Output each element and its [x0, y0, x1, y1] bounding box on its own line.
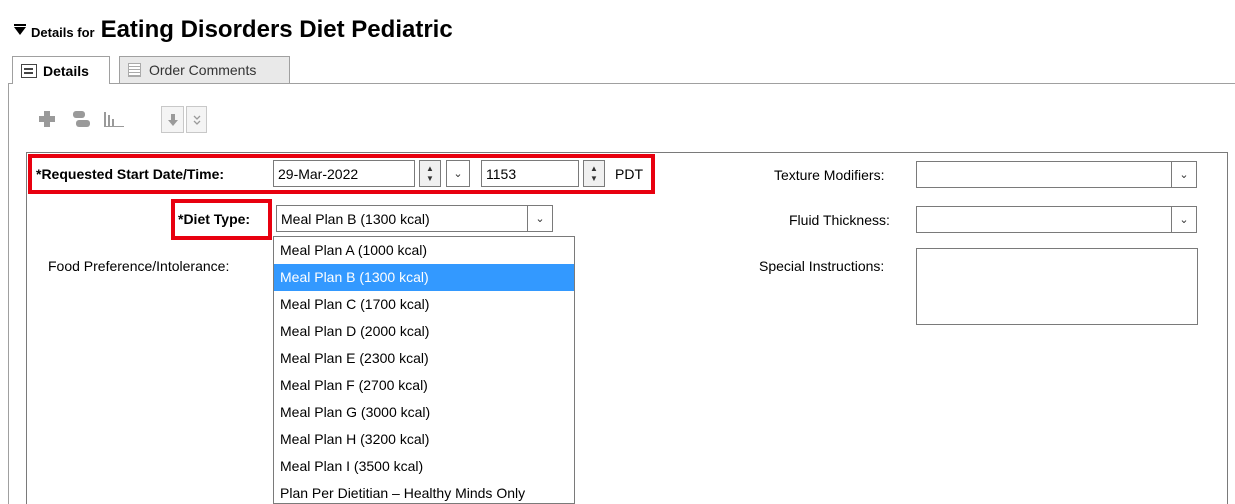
texture-modifiers-dropdown-button[interactable]: ⌄ [1171, 161, 1197, 188]
start-datetime-label: *Requested Start Date/Time: [36, 166, 225, 182]
diet-option-per-dietitian[interactable]: Plan Per Dietitian – Healthy Minds Only [274, 480, 574, 503]
details-header: Details for Eating Disorders Diet Pediat… [14, 16, 453, 46]
diet-option-i[interactable]: Meal Plan I (3500 kcal) [274, 453, 574, 480]
spin-up-icon[interactable]: ▲ [426, 164, 434, 174]
add-icon[interactable] [37, 109, 57, 133]
page-title: Eating Disorders Diet Pediatric [100, 16, 453, 43]
diet-option-b[interactable]: Meal Plan B (1300 kcal) [274, 264, 574, 291]
header-prefix: Details for [31, 25, 95, 40]
move-down-icon [167, 113, 178, 126]
start-date-input[interactable]: 29-Mar-2022 [273, 160, 415, 187]
tab-order-comments[interactable]: Order Comments [119, 56, 290, 83]
texture-modifiers-label: Texture Modifiers: [774, 167, 885, 183]
spin-down-icon[interactable]: ▼ [590, 174, 598, 184]
diet-type-dropdown-button[interactable]: ⌄ [527, 205, 553, 232]
spin-up-icon[interactable]: ▲ [590, 164, 598, 174]
comments-icon [128, 63, 141, 77]
special-instructions-label: Special Instructions: [759, 258, 885, 274]
chevron-down-icon: ⌄ [1179, 169, 1189, 181]
tab-order-comments-label: Order Comments [149, 62, 257, 78]
diet-option-g[interactable]: Meal Plan G (3000 kcal) [274, 399, 574, 426]
diet-option-a[interactable]: Meal Plan A (1000 kcal) [274, 237, 574, 264]
tab-details-label: Details [43, 62, 89, 79]
collapse-icon[interactable] [14, 24, 26, 35]
texture-modifiers-select[interactable] [916, 161, 1172, 188]
diet-option-c[interactable]: Meal Plan C (1700 kcal) [274, 291, 574, 318]
diet-type-label: *Diet Type: [178, 211, 251, 227]
date-spinner[interactable]: ▲ ▼ [419, 160, 441, 187]
expand-more-icon [193, 115, 200, 125]
fluid-thickness-dropdown-button[interactable]: ⌄ [1171, 206, 1197, 233]
diet-type-select[interactable]: Meal Plan B (1300 kcal) [276, 205, 528, 232]
fluid-thickness-label: Fluid Thickness: [789, 212, 890, 228]
diet-option-e[interactable]: Meal Plan E (2300 kcal) [274, 345, 574, 372]
diet-option-f[interactable]: Meal Plan F (2700 kcal) [274, 372, 574, 399]
time-spinner[interactable]: ▲ ▼ [583, 160, 605, 187]
frame-border [8, 83, 9, 504]
move-down-button[interactable] [161, 106, 184, 133]
details-icon [21, 63, 37, 78]
chevron-down-icon: ⌄ [535, 213, 545, 225]
special-instructions-textarea[interactable] [916, 248, 1198, 325]
spin-down-icon[interactable]: ▼ [426, 174, 434, 184]
food-preference-label: Food Preference/Intolerance: [48, 258, 230, 274]
tab-divider [8, 83, 1235, 84]
calendar-dropdown-button[interactable]: ⌄ [446, 160, 470, 187]
fluid-thickness-select[interactable] [916, 206, 1172, 233]
expand-more-button[interactable] [186, 106, 207, 133]
diet-option-h[interactable]: Meal Plan H (3200 kcal) [274, 426, 574, 453]
timezone-label: PDT [615, 166, 643, 182]
pill-icon[interactable] [70, 109, 92, 133]
bar-chart-icon[interactable] [102, 109, 126, 133]
diet-option-d[interactable]: Meal Plan D (2000 kcal) [274, 318, 574, 345]
tab-details[interactable]: Details [12, 56, 110, 84]
chevron-down-icon: ⌄ [453, 168, 463, 180]
start-time-input[interactable]: 1153 [481, 160, 579, 187]
chevron-down-icon: ⌄ [1179, 214, 1189, 226]
diet-type-options-list[interactable]: Meal Plan A (1000 kcal) Meal Plan B (130… [273, 236, 575, 504]
